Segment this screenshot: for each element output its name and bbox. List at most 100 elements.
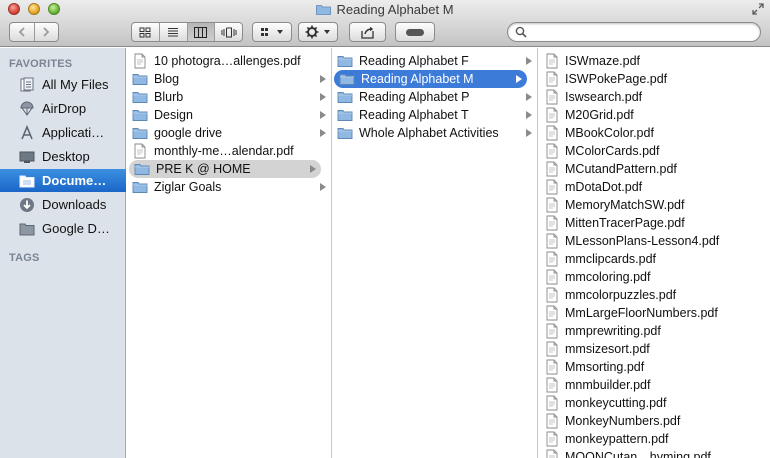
forward-button[interactable] xyxy=(35,23,59,41)
folder-row[interactable]: google drive xyxy=(127,124,331,142)
file-row[interactable]: monkeycutting.pdf xyxy=(538,394,770,412)
folder-row[interactable]: Whole Alphabet Activities xyxy=(332,124,537,142)
sidebar-item-applications[interactable]: Applicati… xyxy=(0,121,126,144)
folder-row[interactable]: Reading Alphabet M xyxy=(334,70,527,88)
sidebar-item-downloads[interactable]: Downloads xyxy=(0,193,126,216)
folder-row[interactable]: PRE K @ HOME xyxy=(129,160,321,178)
item-label: google drive xyxy=(154,126,223,140)
item-label: mnmbuilder.pdf xyxy=(565,378,651,392)
share-button[interactable] xyxy=(349,22,386,42)
item-label: Reading Alphabet P xyxy=(359,90,470,104)
file-row[interactable]: MOONCutan…hyming.pdf xyxy=(538,448,770,458)
item-label: MOONCutan…hyming.pdf xyxy=(565,450,711,458)
item-label: Reading Alphabet T xyxy=(359,108,469,122)
pdf-file-icon xyxy=(544,71,560,87)
search-icon xyxy=(515,26,527,38)
file-row[interactable]: mmcoloring.pdf xyxy=(538,268,770,286)
item-label: mmclipcards.pdf xyxy=(565,252,656,266)
file-row[interactable]: mmprewriting.pdf xyxy=(538,322,770,340)
pdf-file-icon xyxy=(544,413,560,429)
sidebar-item-airdrop[interactable]: AirDrop xyxy=(0,97,126,120)
edit-tags-button[interactable] xyxy=(395,22,435,42)
item-label: Blog xyxy=(154,72,180,86)
browser-column-3[interactable]: ISWmaze.pdf ISWPokePage.pdf Iswsearch.pdf M… xyxy=(538,48,770,458)
folder-icon xyxy=(337,107,353,123)
pdf-file-icon xyxy=(544,323,560,339)
file-row[interactable]: ISWPokePage.pdf xyxy=(538,70,770,88)
file-row[interactable]: MColorCards.pdf xyxy=(538,142,770,160)
search-field[interactable] xyxy=(507,22,761,42)
file-row[interactable]: MemoryMatchSW.pdf xyxy=(538,196,770,214)
file-row[interactable]: MLessonPlans-Lesson4.pdf xyxy=(538,232,770,250)
disclosure-arrow-icon xyxy=(310,165,316,173)
folder-row[interactable]: Reading Alphabet T xyxy=(332,106,537,124)
item-label: MLessonPlans-Lesson4.pdf xyxy=(565,234,720,248)
list-view-button[interactable] xyxy=(160,23,188,41)
file-row[interactable]: mnmbuilder.pdf xyxy=(538,376,770,394)
pdf-file-icon xyxy=(544,287,560,303)
file-row[interactable]: ISWmaze.pdf xyxy=(538,52,770,70)
folder-row[interactable]: Design xyxy=(127,106,331,124)
view-mode-control xyxy=(131,22,243,42)
file-row[interactable]: MmLargeFloorNumbers.pdf xyxy=(538,304,770,322)
item-label: Blurb xyxy=(154,90,184,104)
folder-row[interactable]: Reading Alphabet F xyxy=(332,52,537,70)
file-row[interactable]: M20Grid.pdf xyxy=(538,106,770,124)
file-row[interactable]: MCutandPattern.pdf xyxy=(538,160,770,178)
item-label: monthly-me…alendar.pdf xyxy=(154,144,294,158)
icon-view-button[interactable] xyxy=(132,23,160,41)
item-label: mmcoloring.pdf xyxy=(565,270,651,284)
file-row[interactable]: Iswsearch.pdf xyxy=(538,88,770,106)
file-row[interactable]: monkeypattern.pdf xyxy=(538,430,770,448)
back-button[interactable] xyxy=(10,23,35,41)
chevron-right-icon xyxy=(43,27,50,37)
pdf-file-icon xyxy=(544,143,560,159)
fullscreen-icon[interactable] xyxy=(752,3,764,15)
sidebar-item-documents[interactable]: Docume… xyxy=(0,169,126,192)
pdf-file-icon xyxy=(132,143,148,159)
file-row[interactable]: 10 photogra…allenges.pdf xyxy=(127,52,331,70)
action-button[interactable] xyxy=(298,22,338,42)
item-label: Iswsearch.pdf xyxy=(565,90,643,104)
browser-column-1[interactable]: 10 photogra…allenges.pdf Blog Blurb Design g… xyxy=(127,48,332,458)
file-row[interactable]: MonkeyNumbers.pdf xyxy=(538,412,770,430)
folder-row[interactable]: Blurb xyxy=(127,88,331,106)
file-row[interactable]: mmcolorpuzzles.pdf xyxy=(538,286,770,304)
item-label: monkeypattern.pdf xyxy=(565,432,669,446)
pdf-file-icon xyxy=(544,341,560,357)
sidebar-item-google-drive[interactable]: Google D… xyxy=(0,217,126,240)
sidebar-item-label: AirDrop xyxy=(42,101,87,116)
folder-row[interactable]: Ziglar Goals xyxy=(127,178,331,196)
item-label: MemoryMatchSW.pdf xyxy=(565,198,685,212)
folder-row[interactable]: Reading Alphabet P xyxy=(332,88,537,106)
item-label: MBookColor.pdf xyxy=(565,126,654,140)
pdf-file-icon xyxy=(544,215,560,231)
sidebar-tags-header: TAGS xyxy=(9,252,40,264)
search-input[interactable] xyxy=(530,24,750,40)
file-row[interactable]: mDotaDot.pdf xyxy=(538,178,770,196)
sidebar-item-label: All My Files xyxy=(42,77,109,92)
browser-column-2[interactable]: Reading Alphabet F Reading Alphabet M Read… xyxy=(332,48,538,458)
file-row[interactable]: monthly-me…alendar.pdf xyxy=(127,142,331,160)
file-row[interactable]: MBookColor.pdf xyxy=(538,124,770,142)
pdf-file-icon xyxy=(544,89,560,105)
folder-icon xyxy=(337,89,353,105)
sidebar-item-all-my-files[interactable]: All My Files xyxy=(0,73,126,96)
disclosure-arrow-icon xyxy=(320,183,326,191)
file-row[interactable]: MittenTracerPage.pdf xyxy=(538,214,770,232)
pdf-file-icon xyxy=(544,449,560,458)
item-label: MColorCards.pdf xyxy=(565,144,660,158)
sidebar: FAVORITES All My Files AirDrop Applicati… xyxy=(0,48,126,458)
file-row[interactable]: Mmsorting.pdf xyxy=(538,358,770,376)
folder-row[interactable]: Blog xyxy=(127,70,331,88)
back-forward-control xyxy=(9,22,59,42)
disclosure-arrow-icon xyxy=(320,129,326,137)
sidebar-item-desktop[interactable]: Desktop xyxy=(0,145,126,168)
item-label: MmLargeFloorNumbers.pdf xyxy=(565,306,718,320)
file-row[interactable]: mmsizesort.pdf xyxy=(538,340,770,358)
pdf-file-icon xyxy=(544,197,560,213)
arrange-button[interactable] xyxy=(252,22,292,42)
column-view-button[interactable] xyxy=(187,23,216,41)
coverflow-view-button[interactable] xyxy=(215,23,242,41)
file-row[interactable]: mmclipcards.pdf xyxy=(538,250,770,268)
